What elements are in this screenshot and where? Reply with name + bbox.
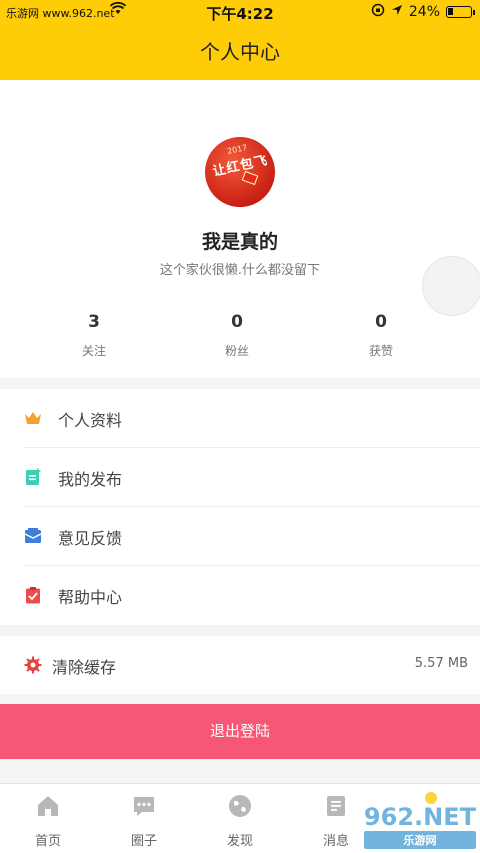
stat-likes[interactable]: 0 获赞 xyxy=(321,312,441,359)
stat-fans[interactable]: 0 粉丝 xyxy=(177,312,297,359)
tab-label: 首页 xyxy=(34,834,61,849)
logout-button[interactable]: 退出登陆 xyxy=(0,704,480,759)
chat-icon xyxy=(132,794,156,818)
red-envelope-icon xyxy=(241,170,259,186)
profile-card: 2017 让红包飞 我是真的 这个家伙很懒.什么都没留下 3 关注 0 粉丝 0… xyxy=(0,80,480,378)
cache-size: 5.57 MB xyxy=(414,656,468,671)
status-right: 24% xyxy=(371,3,475,21)
tab-home[interactable]: 首页 xyxy=(0,784,96,853)
clipboard-check-icon xyxy=(24,586,42,604)
clear-cache-row[interactable]: 清除缓存 5.57 MB xyxy=(0,636,480,694)
mail-icon xyxy=(24,527,42,545)
menu-item-label: 意见反馈 xyxy=(58,529,123,548)
crown-icon xyxy=(24,409,42,427)
rotation-lock-icon xyxy=(371,3,385,21)
menu-item-label: 帮助中心 xyxy=(58,588,123,607)
stat-label: 粉丝 xyxy=(224,344,249,358)
watermark-logo: 962.NET 乐游网 xyxy=(363,803,476,849)
stat-label: 关注 xyxy=(81,344,106,358)
menu-item-feedback[interactable]: 意见反馈 xyxy=(0,507,480,566)
watermark-text: 962 xyxy=(363,803,415,831)
message-icon xyxy=(324,794,348,818)
gear-icon xyxy=(24,656,42,674)
menu-item-profile[interactable]: 个人资料 xyxy=(0,389,480,448)
document-add-icon xyxy=(24,468,42,486)
floating-assistive-button[interactable] xyxy=(422,256,480,316)
watermark-suffix: .NET xyxy=(414,803,476,831)
stat-value: 3 xyxy=(88,312,100,332)
battery-icon xyxy=(446,6,475,18)
header-bar: 乐游网 www.962.net 下午4:22 24% 个人中心 xyxy=(0,0,480,80)
menu-item-label: 我的发布 xyxy=(58,470,123,489)
location-arrow-icon xyxy=(391,4,403,20)
tab-bar: 首页 圈子 发现 消息 962.NET 乐游网 xyxy=(0,783,480,853)
tab-circle[interactable]: 圈子 xyxy=(96,784,192,853)
avatar[interactable]: 2017 让红包飞 xyxy=(205,137,275,207)
stat-label: 获赞 xyxy=(368,344,393,358)
tab-discover[interactable]: 发现 xyxy=(192,784,288,853)
menu-list: 个人资料 我的发布 意见反馈 帮助中心 xyxy=(0,389,480,625)
menu-item-help[interactable]: 帮助中心 xyxy=(0,566,480,625)
stat-value: 0 xyxy=(375,312,387,332)
nickname: 我是真的 xyxy=(201,231,278,253)
tab-label: 发现 xyxy=(226,834,253,849)
battery-percent: 24% xyxy=(408,4,440,20)
globe-icon xyxy=(228,794,252,818)
menu-item-my-posts[interactable]: 我的发布 xyxy=(0,448,480,507)
stat-following[interactable]: 3 关注 xyxy=(34,312,154,359)
watermark-sub: 乐游网 xyxy=(363,831,476,849)
tab-label: 圈子 xyxy=(130,834,157,849)
clear-cache-label: 清除缓存 xyxy=(52,658,117,677)
menu-item-label: 个人资料 xyxy=(58,411,123,430)
page-title: 个人中心 xyxy=(200,40,280,64)
status-bar: 乐游网 www.962.net 下午4:22 24% xyxy=(0,0,480,24)
home-icon xyxy=(36,794,60,818)
bio: 这个家伙很懒.什么都没留下 xyxy=(159,263,321,278)
stat-value: 0 xyxy=(231,312,243,332)
